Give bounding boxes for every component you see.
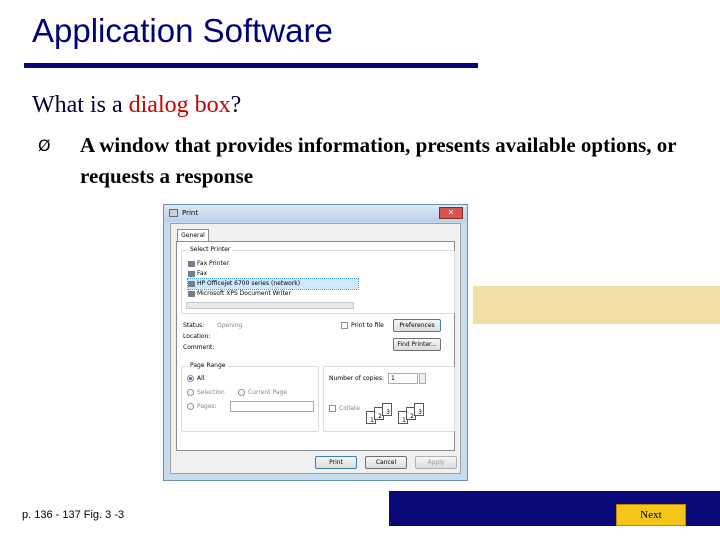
printer-item[interactable]: Microsoft XPS Document Writer <box>188 289 358 299</box>
decorative-gold-bar <box>473 286 720 324</box>
close-icon[interactable]: ✕ <box>439 207 463 219</box>
range-current-page-label: Current Page <box>248 389 287 396</box>
bullet-text: A window that provides information, pres… <box>80 133 677 188</box>
dialog-body: General Select Printer Fax Printer Fax H… <box>170 223 461 474</box>
preferences-button[interactable]: Preferences <box>393 319 441 332</box>
comment-label: Comment: <box>183 344 215 351</box>
print-to-file-checkbox[interactable] <box>341 322 348 329</box>
dialog-titlebar: Print ✕ <box>164 205 467 222</box>
collate-page-icon: 3 <box>414 403 424 416</box>
question-suffix: ? <box>230 92 242 118</box>
question-highlight: dialog box <box>128 92 231 118</box>
cancel-button[interactable]: Cancel <box>365 456 407 469</box>
question-prefix: What is a <box>32 92 129 118</box>
printer-item-selected[interactable]: HP Officejet 6700 series (network) <box>187 278 359 290</box>
title-underline <box>24 63 478 68</box>
range-pages-label: Pages: <box>197 403 217 410</box>
next-button[interactable]: Next <box>616 504 686 526</box>
range-all-radio[interactable] <box>187 375 194 382</box>
copies-label: Number of copies: <box>329 375 384 382</box>
collate-label: Collate <box>339 405 360 412</box>
general-tab-panel: Select Printer Fax Printer Fax HP Office… <box>176 241 455 451</box>
select-printer-label: Select Printer <box>188 246 233 253</box>
collate-page-icon: 3 <box>382 403 392 416</box>
status-value: Opening <box>217 322 243 329</box>
print-dialog: Print ✕ General Select Printer Fax Print… <box>163 204 468 481</box>
print-button[interactable]: Print <box>315 456 357 469</box>
find-printer-button[interactable]: Find Printer... <box>393 338 441 351</box>
range-selection-radio[interactable] <box>187 389 194 396</box>
range-current-page-radio[interactable] <box>238 389 245 396</box>
printer-list: Fax Printer Fax HP Officejet 6700 series… <box>187 259 359 299</box>
dialog-title: Print <box>182 209 199 217</box>
page-range-label: Page Range <box>188 362 228 369</box>
printer-item[interactable]: Fax <box>188 269 358 279</box>
status-label: Status: <box>183 322 205 329</box>
printer-icon <box>188 290 195 297</box>
print-to-file-label: Print to file <box>351 322 384 329</box>
printer-item[interactable]: Fax Printer <box>188 259 358 269</box>
pages-input[interactable] <box>230 401 314 412</box>
page-range-group: Page Range All Selection Current Page Pa… <box>181 362 319 432</box>
slide-title: Application Software <box>32 12 333 49</box>
apply-button[interactable]: Apply <box>415 456 457 469</box>
printer-icon <box>169 209 178 217</box>
range-pages-radio[interactable] <box>187 403 194 410</box>
question-line: What is a dialog box? <box>32 92 241 119</box>
bullet-arrow-icon: Ø <box>38 136 51 155</box>
range-all-label: All <box>197 375 205 382</box>
printer-icon <box>188 280 195 287</box>
printer-icon <box>188 270 195 277</box>
copies-spinner[interactable] <box>419 373 426 384</box>
copies-group: Number of copies: 1 Collate 1 2 3 1 2 3 <box>323 366 455 432</box>
copies-input[interactable]: 1 <box>388 373 418 384</box>
range-selection-label: Selection <box>197 389 225 396</box>
location-label: Location: <box>183 333 211 340</box>
collate-checkbox[interactable] <box>329 405 336 412</box>
printer-list-scrollbar[interactable] <box>186 302 354 309</box>
printer-icon <box>188 260 195 267</box>
select-printer-group: Select Printer Fax Printer Fax HP Office… <box>181 246 455 314</box>
figure-caption: p. 136 - 137 Fig. 3 -3 <box>22 509 125 521</box>
